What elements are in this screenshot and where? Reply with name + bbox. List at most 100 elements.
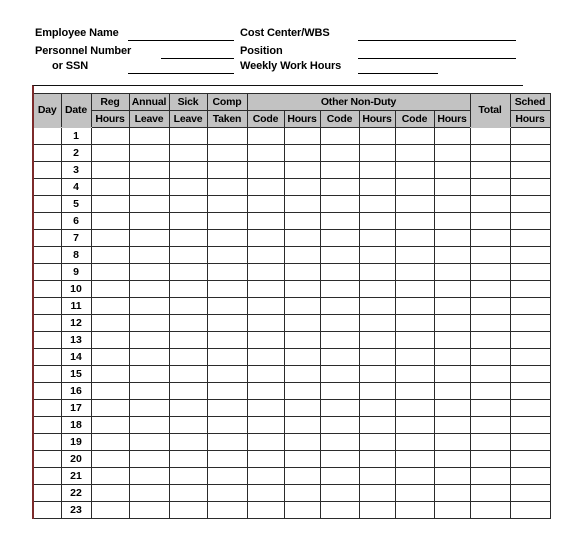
cell-comp-taken[interactable] [206, 450, 248, 468]
cell-sched-hours[interactable] [509, 450, 551, 468]
cell-code3[interactable] [394, 467, 435, 485]
cell-code2[interactable] [319, 450, 360, 468]
cell-hours2[interactable] [358, 195, 396, 213]
cell-day[interactable] [32, 178, 62, 196]
cell-comp-taken[interactable] [206, 365, 248, 383]
cell-hours2[interactable] [358, 229, 396, 247]
cell-total[interactable] [469, 280, 511, 298]
cell-hours3[interactable] [433, 416, 471, 434]
cell-hours1[interactable] [283, 212, 321, 230]
cell-sick-leave[interactable] [168, 450, 208, 468]
cell-total[interactable] [469, 246, 511, 264]
cell-sick-leave[interactable] [168, 382, 208, 400]
cell-hours3[interactable] [433, 229, 471, 247]
cell-code1[interactable] [246, 246, 285, 264]
cell-hours2[interactable] [358, 144, 396, 162]
cell-comp-taken[interactable] [206, 246, 248, 264]
cell-hours1[interactable] [283, 195, 321, 213]
cell-sick-leave[interactable] [168, 348, 208, 366]
cell-total[interactable] [469, 484, 511, 502]
cell-sched-hours[interactable] [509, 161, 551, 179]
cell-hours3[interactable] [433, 382, 471, 400]
cell-code3[interactable] [394, 246, 435, 264]
cell-total[interactable] [469, 348, 511, 366]
cell-reg-hours[interactable] [90, 382, 130, 400]
cell-sick-leave[interactable] [168, 178, 208, 196]
cell-total[interactable] [469, 331, 511, 349]
cell-annual-leave[interactable] [128, 467, 170, 485]
cell-total[interactable] [469, 297, 511, 315]
cell-comp-taken[interactable] [206, 399, 248, 417]
cell-annual-leave[interactable] [128, 484, 170, 502]
cell-sched-hours[interactable] [509, 467, 551, 485]
cell-total[interactable] [469, 144, 511, 162]
cell-day[interactable] [32, 450, 62, 468]
cell-comp-taken[interactable] [206, 212, 248, 230]
cell-hours3[interactable] [433, 246, 471, 264]
cell-sched-hours[interactable] [509, 246, 551, 264]
cell-code1[interactable] [246, 484, 285, 502]
cell-hours2[interactable] [358, 365, 396, 383]
cell-hours1[interactable] [283, 348, 321, 366]
cell-hours2[interactable] [358, 450, 396, 468]
cell-annual-leave[interactable] [128, 382, 170, 400]
cell-day[interactable] [32, 484, 62, 502]
cell-hours3[interactable] [433, 263, 471, 281]
cell-hours1[interactable] [283, 331, 321, 349]
cell-code1[interactable] [246, 280, 285, 298]
personnel-number-input[interactable] [161, 58, 234, 59]
cell-sick-leave[interactable] [168, 314, 208, 332]
cell-hours2[interactable] [358, 484, 396, 502]
cell-code2[interactable] [319, 501, 360, 519]
cell-code2[interactable] [319, 195, 360, 213]
cell-code2[interactable] [319, 246, 360, 264]
cell-total[interactable] [469, 314, 511, 332]
cell-annual-leave[interactable] [128, 195, 170, 213]
cell-sick-leave[interactable] [168, 484, 208, 502]
cell-annual-leave[interactable] [128, 161, 170, 179]
cell-code3[interactable] [394, 161, 435, 179]
cell-code3[interactable] [394, 433, 435, 451]
cell-code3[interactable] [394, 212, 435, 230]
cell-reg-hours[interactable] [90, 229, 130, 247]
cell-sick-leave[interactable] [168, 144, 208, 162]
cell-reg-hours[interactable] [90, 263, 130, 281]
cell-code3[interactable] [394, 229, 435, 247]
cell-code1[interactable] [246, 501, 285, 519]
cell-code2[interactable] [319, 331, 360, 349]
cell-hours3[interactable] [433, 127, 471, 145]
cell-code2[interactable] [319, 399, 360, 417]
cell-day[interactable] [32, 297, 62, 315]
cell-comp-taken[interactable] [206, 195, 248, 213]
cell-hours3[interactable] [433, 161, 471, 179]
cell-code2[interactable] [319, 229, 360, 247]
cell-annual-leave[interactable] [128, 365, 170, 383]
cell-hours2[interactable] [358, 501, 396, 519]
cell-code3[interactable] [394, 450, 435, 468]
cell-sched-hours[interactable] [509, 144, 551, 162]
cell-hours2[interactable] [358, 314, 396, 332]
cell-total[interactable] [469, 365, 511, 383]
cell-sick-leave[interactable] [168, 501, 208, 519]
cell-comp-taken[interactable] [206, 229, 248, 247]
cell-hours1[interactable] [283, 416, 321, 434]
cell-reg-hours[interactable] [90, 416, 130, 434]
cell-sick-leave[interactable] [168, 416, 208, 434]
cell-comp-taken[interactable] [206, 501, 248, 519]
cell-hours3[interactable] [433, 399, 471, 417]
cell-sched-hours[interactable] [509, 212, 551, 230]
cell-hours2[interactable] [358, 416, 396, 434]
cell-code3[interactable] [394, 382, 435, 400]
cell-sick-leave[interactable] [168, 331, 208, 349]
cell-hours3[interactable] [433, 331, 471, 349]
cell-sick-leave[interactable] [168, 161, 208, 179]
cell-code1[interactable] [246, 331, 285, 349]
cell-code1[interactable] [246, 212, 285, 230]
cell-annual-leave[interactable] [128, 246, 170, 264]
cell-comp-taken[interactable] [206, 484, 248, 502]
cell-reg-hours[interactable] [90, 501, 130, 519]
cell-code3[interactable] [394, 501, 435, 519]
cell-day[interactable] [32, 314, 62, 332]
cell-hours3[interactable] [433, 297, 471, 315]
cell-hours1[interactable] [283, 484, 321, 502]
